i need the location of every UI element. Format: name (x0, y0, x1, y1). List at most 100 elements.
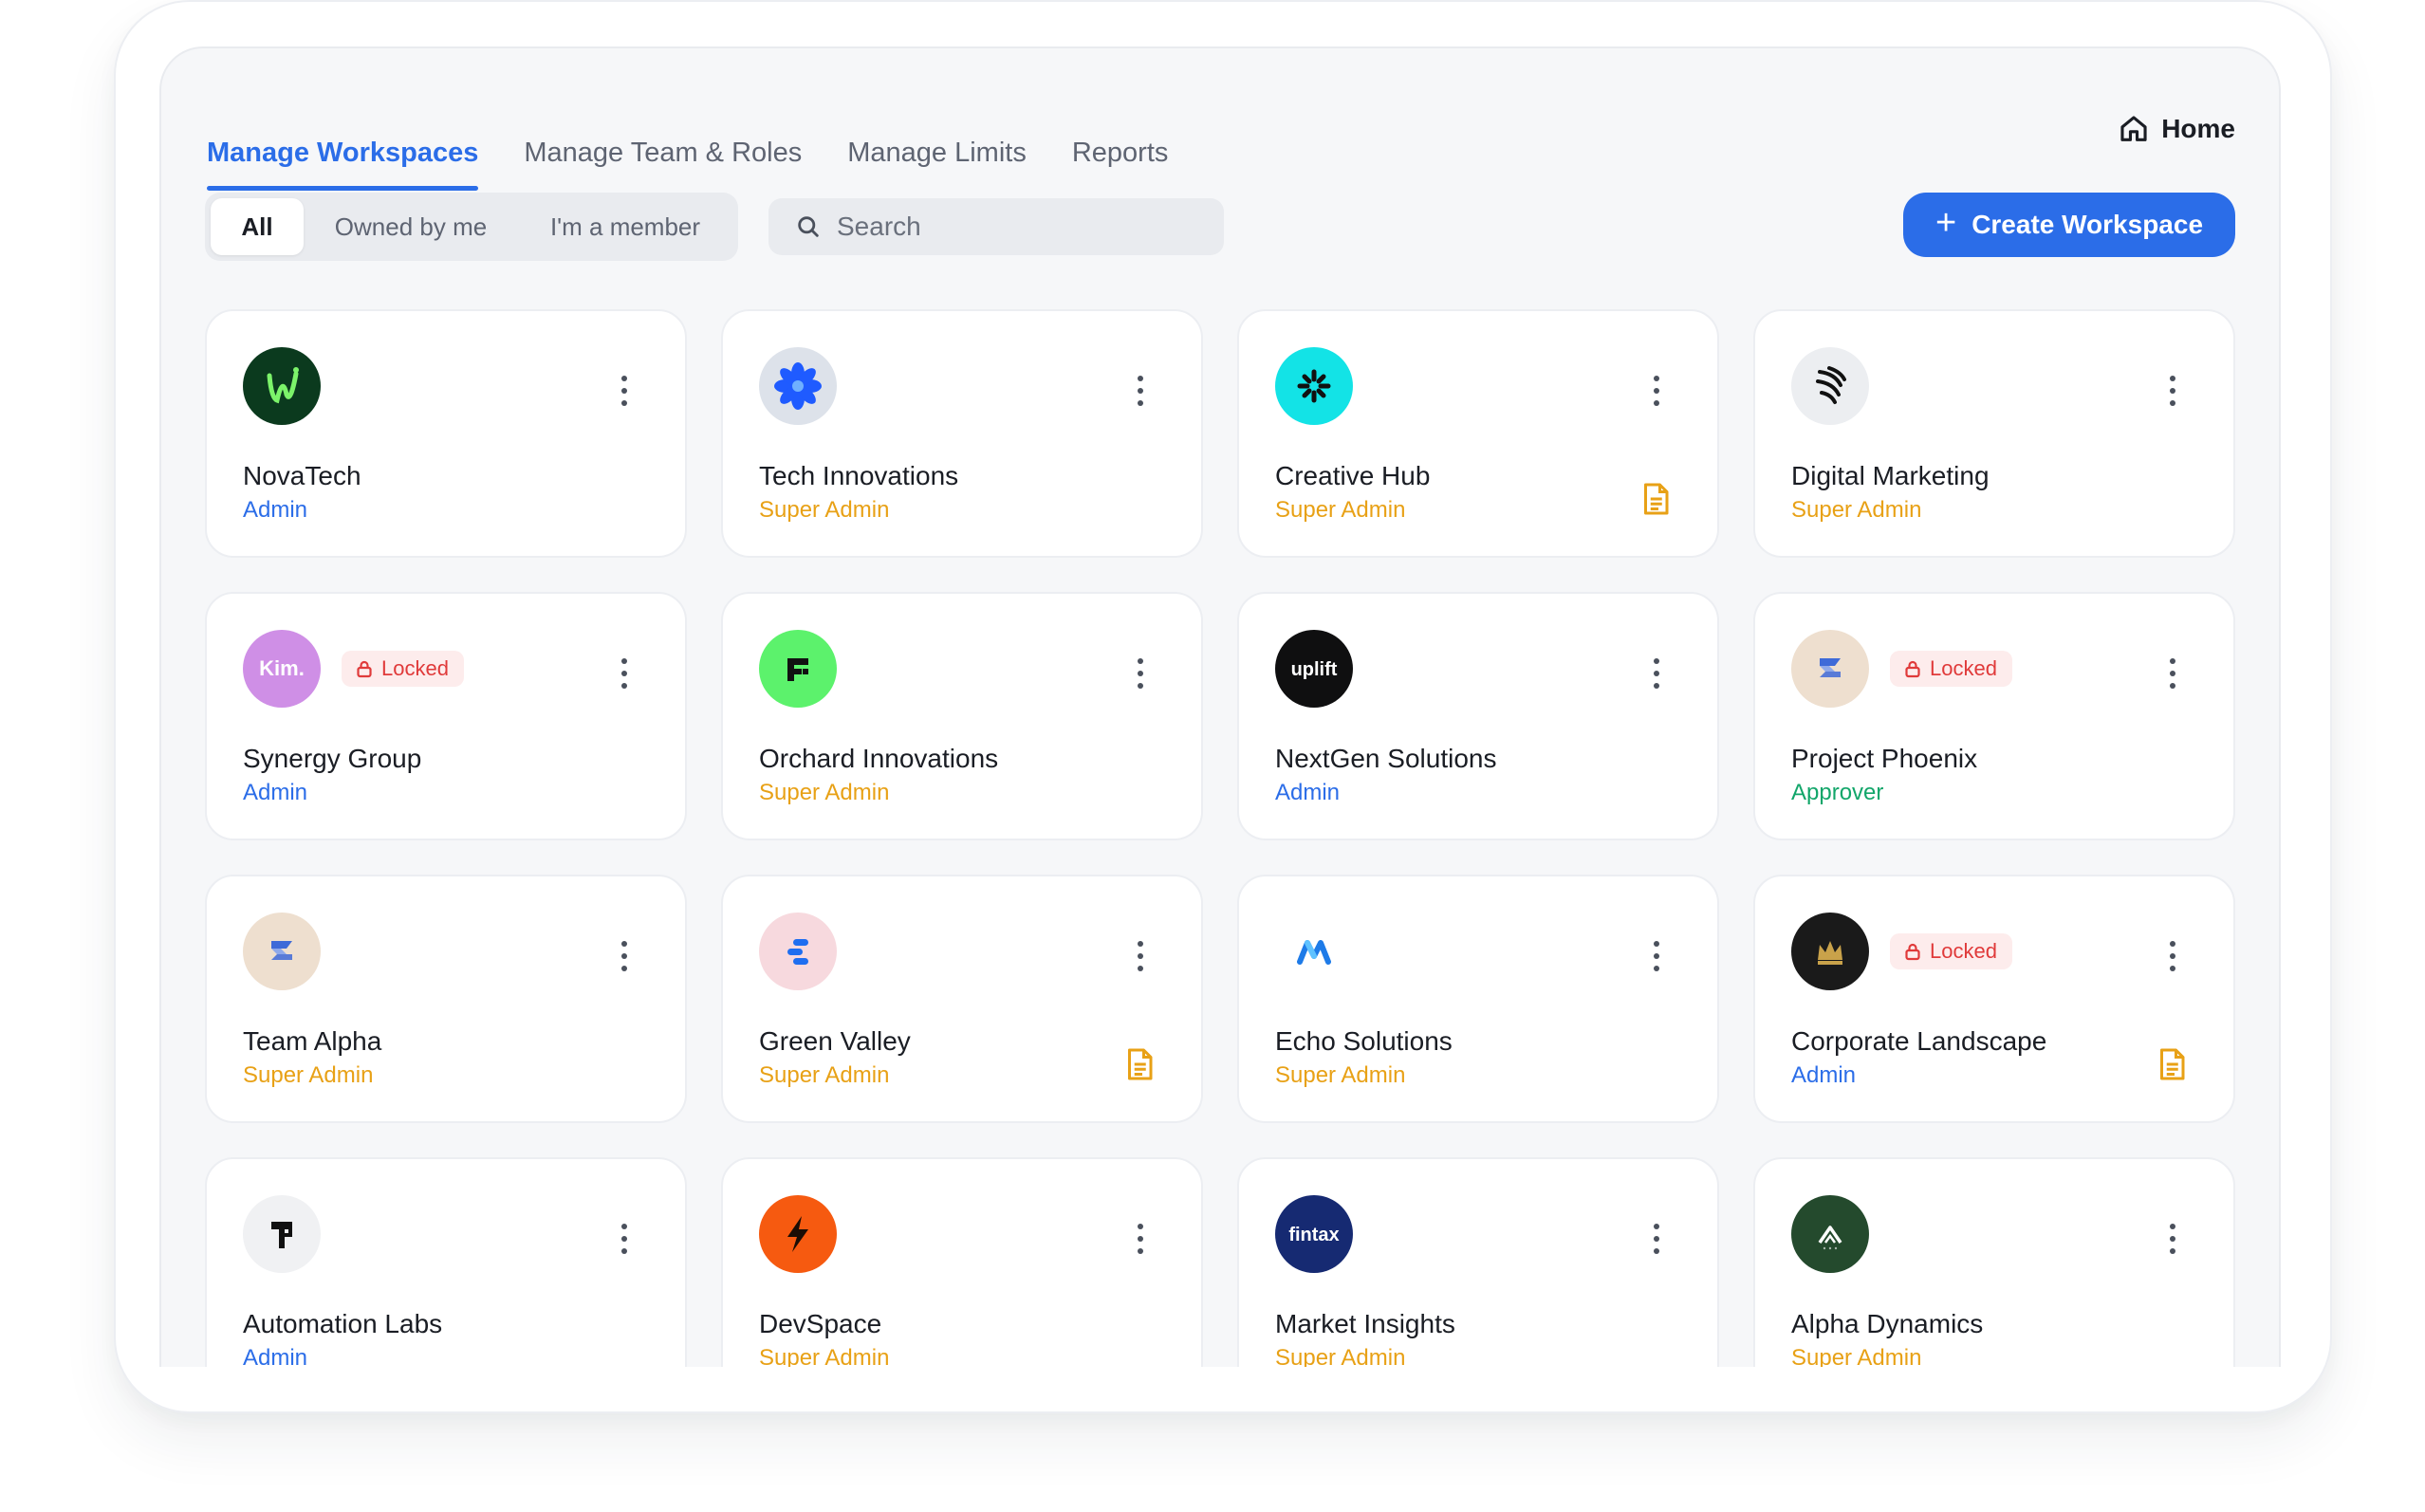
workspace-card-nextgen-solutions[interactable]: uplift NextGen Solutions Admin (1237, 592, 1719, 840)
locked-label: Locked (1930, 939, 1997, 963)
more-options-icon[interactable] (1127, 937, 1154, 975)
blue-s-logo (1791, 630, 1869, 708)
document-icon[interactable] (1641, 482, 1670, 516)
search-box (768, 198, 1224, 255)
workspace-card-market-insights[interactable]: fintax Market Insights Super Admin (1237, 1157, 1719, 1367)
lock-icon (357, 660, 372, 678)
more-options-icon[interactable] (2159, 937, 2186, 975)
workspace-name: Tech Innovations (759, 461, 959, 490)
more-options-icon[interactable] (1127, 1220, 1154, 1258)
more-options-icon[interactable] (1643, 1220, 1670, 1258)
workspace-card-echo-solutions[interactable]: Echo Solutions Super Admin (1237, 875, 1719, 1123)
top-tabs: Manage Workspaces Manage Team & Roles Ma… (207, 90, 1168, 194)
tab-reports[interactable]: Reports (1072, 90, 1169, 191)
document-icon[interactable] (2157, 1047, 2186, 1081)
workspace-card-project-phoenix[interactable]: Locked Project Phoenix Approver (1753, 592, 2235, 840)
workspace-name: NovaTech (243, 461, 361, 490)
more-options-icon[interactable] (1127, 372, 1154, 410)
more-options-icon[interactable] (611, 372, 638, 410)
locked-label: Locked (381, 656, 449, 680)
orange-bolt-logo (759, 1195, 837, 1273)
locked-badge: Locked (1890, 651, 2012, 687)
workspace-card-corporate-landscape[interactable]: Locked Corporate Landscape Admin (1753, 875, 2235, 1123)
document-icon[interactable] (1125, 1047, 1154, 1081)
home-icon (2120, 116, 2147, 141)
workspace-card-creative-hub[interactable]: Creative Hub Super Admin (1237, 309, 1719, 558)
tab-manage-team-roles[interactable]: Manage Team & Roles (524, 90, 802, 191)
more-options-icon[interactable] (1643, 372, 1670, 410)
mountain-logo (1791, 1195, 1869, 1273)
workspace-card-devspace[interactable]: DevSpace Super Admin (721, 1157, 1203, 1367)
create-workspace-label: Create Workspace (1971, 210, 2204, 239)
workspace-card-novatech[interactable]: NovaTech Admin (205, 309, 687, 558)
workspace-card-orchard-innovations[interactable]: Orchard Innovations Super Admin (721, 592, 1203, 840)
workspace-card-digital-marketing[interactable]: Digital Marketing Super Admin (1753, 309, 2235, 558)
home-label: Home (2161, 114, 2235, 143)
fintax-logo: fintax (1275, 1195, 1353, 1273)
workspace-role: Super Admin (1791, 497, 1922, 523)
plus-icon: + (1934, 203, 1957, 243)
workspace-role: Super Admin (1275, 497, 1406, 523)
more-options-icon[interactable] (1127, 655, 1154, 692)
blue-s-logo (243, 913, 321, 990)
locked-badge: Locked (1890, 933, 2012, 969)
more-options-icon[interactable] (611, 1220, 638, 1258)
filter-all[interactable]: All (211, 198, 304, 255)
locked-label: Locked (1930, 656, 1997, 680)
workspace-name: DevSpace (759, 1309, 882, 1338)
tab-manage-limits[interactable]: Manage Limits (847, 90, 1027, 191)
workspace-card-green-valley[interactable]: Green Valley Super Admin (721, 875, 1203, 1123)
workspace-card-alpha-dynamics[interactable]: Alpha Dynamics Super Admin (1753, 1157, 2235, 1367)
more-options-icon[interactable] (2159, 372, 2186, 410)
workspace-role: Admin (243, 780, 308, 805)
workspace-name: Automation Labs (243, 1309, 443, 1338)
workspace-role: Admin (243, 1345, 308, 1367)
workspace-name: Project Phoenix (1791, 744, 1978, 773)
workspace-name: Creative Hub (1275, 461, 1431, 490)
workspace-role: Super Admin (1275, 1345, 1406, 1367)
home-link[interactable]: Home (2118, 105, 2235, 153)
green-f-logo (759, 630, 837, 708)
tab-manage-workspaces[interactable]: Manage Workspaces (207, 90, 479, 191)
crown-logo (1791, 913, 1869, 990)
more-options-icon[interactable] (611, 937, 638, 975)
workspace-role: Super Admin (1791, 1345, 1922, 1367)
workspace-role: Super Admin (1275, 1062, 1406, 1088)
workspace-name: Digital Marketing (1791, 461, 1990, 490)
workspace-card-tech-innovations[interactable]: Tech Innovations Super Admin (721, 309, 1203, 558)
workspace-card-automation-labs[interactable]: Automation Labs Admin (205, 1157, 687, 1367)
blue-flower-logo (759, 347, 837, 425)
black-swirl-logo (1791, 347, 1869, 425)
workspace-card-synergy-group[interactable]: Kim. Locked Synergy Group Admin (205, 592, 687, 840)
workspace-role: Super Admin (759, 1345, 890, 1367)
search-input[interactable] (837, 212, 1197, 242)
lock-icon (1905, 943, 1920, 961)
workspace-card-team-alpha[interactable]: Team Alpha Super Admin (205, 875, 687, 1123)
workspace-name: Echo Solutions (1275, 1026, 1453, 1056)
workspace-name: Corporate Landscape (1791, 1026, 2047, 1056)
more-options-icon[interactable] (2159, 1220, 2186, 1258)
blue-stack-logo (759, 913, 837, 990)
more-options-icon[interactable] (1643, 937, 1670, 975)
workspace-role: Approver (1791, 780, 1884, 805)
app-window: Manage Workspaces Manage Team & Roles Ma… (159, 46, 2281, 1367)
workspace-name: Synergy Group (243, 744, 422, 773)
workspace-role: Admin (243, 497, 308, 523)
workspace-role: Super Admin (243, 1062, 374, 1088)
workspace-role: Super Admin (759, 1062, 890, 1088)
cyan-burst-logo (1275, 347, 1353, 425)
workspace-name: Orchard Innovations (759, 744, 999, 773)
create-workspace-button[interactable]: + Create Workspace (1903, 193, 2235, 257)
workspace-role: Admin (1791, 1062, 1857, 1088)
blue-m-logo (1275, 913, 1353, 990)
filter-im-a-member[interactable]: I'm a member (518, 198, 732, 255)
filter-owned-by-me[interactable]: Owned by me (304, 198, 518, 255)
kim-logo: Kim. (243, 630, 321, 708)
logo-text: Kim. (259, 656, 305, 680)
more-options-icon[interactable] (611, 655, 638, 692)
workspace-grid: NovaTech Admin Tech Innovations Super Admin… (205, 309, 2235, 1367)
black-p-logo (243, 1195, 321, 1273)
more-options-icon[interactable] (2159, 655, 2186, 692)
workspace-role: Super Admin (759, 780, 890, 805)
more-options-icon[interactable] (1643, 655, 1670, 692)
